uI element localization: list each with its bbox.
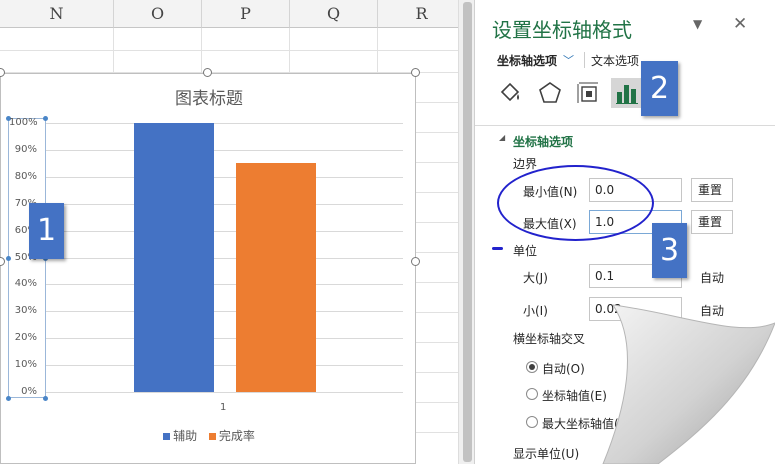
chart-gridline bbox=[46, 123, 403, 124]
scrollbar-thumb[interactable] bbox=[463, 2, 472, 462]
collapse-triangle-icon[interactable]: ◢ bbox=[499, 133, 505, 142]
section-axis-options[interactable]: 坐标轴选项 bbox=[513, 133, 573, 150]
fill-bucket-icon[interactable] bbox=[497, 80, 523, 106]
resize-handle[interactable] bbox=[411, 68, 420, 77]
column-header-r[interactable]: R bbox=[378, 0, 458, 28]
radio-max-axis-value[interactable] bbox=[526, 416, 538, 428]
y-axis-tick-label: 20% bbox=[14, 332, 37, 344]
y-axis-tick-label: 0% bbox=[21, 386, 37, 397]
horizontal-axis-crosses-label: 横坐标轴交叉 bbox=[513, 332, 586, 346]
bar-chart-icon[interactable] bbox=[614, 80, 640, 106]
callout-badge-3: 3 bbox=[652, 223, 687, 278]
tab-axis-options[interactable]: 坐标轴选项 bbox=[497, 52, 557, 69]
cell-gridline bbox=[0, 50, 458, 51]
resize-handle[interactable] bbox=[411, 257, 420, 266]
bar-fuzhu[interactable] bbox=[134, 123, 214, 392]
major-unit-label: 大(J) bbox=[523, 271, 548, 285]
chevron-down-icon[interactable]: ﹀ bbox=[563, 52, 574, 68]
chart-gridline bbox=[46, 149, 403, 151]
y-axis-tick-label: 30% bbox=[14, 305, 37, 317]
legend-label: 完成率 bbox=[218, 429, 255, 443]
tab-divider bbox=[584, 52, 585, 68]
chart-gridline bbox=[46, 365, 403, 367]
chart-gridline bbox=[46, 392, 403, 393]
radio-axis-value[interactable] bbox=[526, 388, 538, 400]
column-header-p[interactable]: P bbox=[202, 0, 290, 28]
column-header-q[interactable]: Q bbox=[290, 0, 378, 28]
chart-gridline bbox=[46, 230, 403, 232]
chart-gridline bbox=[46, 284, 403, 286]
selection-handle[interactable] bbox=[43, 396, 48, 401]
chart-gridline bbox=[46, 257, 403, 259]
y-axis-tick-label: 80% bbox=[14, 170, 37, 182]
column-header-n[interactable]: N bbox=[0, 0, 114, 28]
legend-label: 辅助 bbox=[173, 429, 198, 443]
callout-badge-1: 1 bbox=[29, 203, 64, 259]
size-properties-icon[interactable] bbox=[575, 80, 601, 106]
worksheet[interactable]: N O P Q R 图表标题 1 辅助 完成率 100% 90% 80% 70% 60%… bbox=[0, 0, 458, 464]
pentagon-icon[interactable] bbox=[537, 80, 563, 106]
units-label: 单位 bbox=[513, 244, 538, 258]
radio-auto-label[interactable]: 自动(O) bbox=[542, 360, 585, 377]
selection-handle[interactable] bbox=[43, 116, 48, 121]
radio-auto[interactable] bbox=[526, 361, 538, 373]
legend-item-completion-rate[interactable]: 完成率 bbox=[208, 427, 255, 444]
legend-item-fuzhu[interactable]: 辅助 bbox=[163, 427, 197, 444]
chart-gridline bbox=[46, 338, 403, 340]
tab-text-options[interactable]: 文本选项 bbox=[591, 52, 639, 69]
annotation-dash bbox=[492, 247, 503, 250]
legend-swatch bbox=[163, 433, 171, 440]
bounds-label: 边界 bbox=[513, 157, 538, 171]
chart-area[interactable]: 图表标题 1 辅助 完成率 100% 90% 80% 70% 60% 50% 40% 30% 2… bbox=[0, 73, 416, 464]
chart-gridline bbox=[46, 176, 403, 178]
chart-title[interactable]: 图表标题 bbox=[1, 84, 417, 109]
chart-gridline bbox=[46, 311, 403, 313]
bar-completion-rate[interactable] bbox=[236, 163, 316, 392]
category-axis-label: 1 bbox=[220, 402, 227, 413]
pane-divider bbox=[475, 125, 775, 126]
y-axis-tick-label: 90% bbox=[14, 143, 37, 155]
resize-handle[interactable] bbox=[203, 68, 212, 77]
legend-swatch bbox=[208, 433, 216, 440]
triangle-down-icon[interactable]: ▼ bbox=[693, 17, 702, 31]
y-axis-tick-label: 40% bbox=[14, 278, 37, 290]
close-icon[interactable]: ✕ bbox=[733, 14, 747, 34]
vertical-scrollbar[interactable] bbox=[458, 0, 474, 464]
display-units-label: 显示单位(U) bbox=[513, 447, 580, 461]
y-axis-tick-label: 10% bbox=[14, 359, 37, 371]
chart-gridline bbox=[46, 203, 403, 205]
column-header-o[interactable]: O bbox=[114, 0, 202, 28]
callout-badge-2: 2 bbox=[641, 61, 678, 116]
page-curl-effect bbox=[602, 304, 775, 464]
chart-legend[interactable]: 辅助 完成率 bbox=[1, 427, 417, 444]
min-reset-button[interactable]: 重置 bbox=[691, 178, 733, 202]
y-axis-tick-label: 100% bbox=[9, 117, 38, 128]
max-reset-button[interactable]: 重置 bbox=[691, 210, 733, 234]
minor-unit-label: 小(I) bbox=[523, 304, 548, 318]
pane-title: 设置坐标轴格式 bbox=[492, 18, 632, 42]
highlight-oval bbox=[497, 165, 654, 241]
